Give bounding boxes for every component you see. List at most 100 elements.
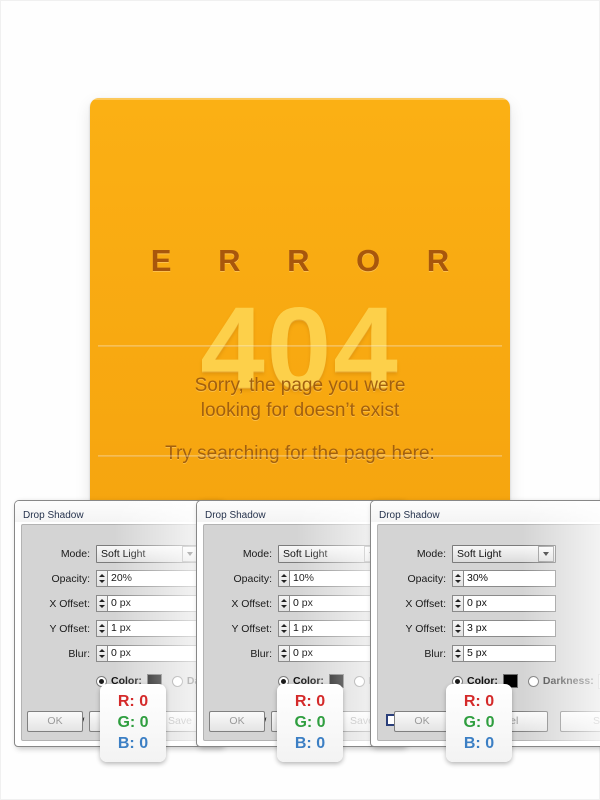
x-offset-stepper[interactable]: 0 px bbox=[96, 595, 200, 612]
mode-select[interactable]: Soft Light bbox=[452, 545, 556, 563]
dialog-titlebar[interactable]: Drop Shadow bbox=[371, 501, 600, 522]
x-offset-stepper[interactable]: 0 px bbox=[278, 595, 382, 612]
spinner-arrows-icon[interactable] bbox=[96, 595, 107, 612]
ok-button[interactable]: OK bbox=[394, 711, 450, 732]
error-card: E R R O R 404 Sorry, the page you were l… bbox=[90, 98, 510, 510]
mode-select-value: Soft Light bbox=[457, 548, 502, 560]
opacity-stepper[interactable]: 10% bbox=[278, 570, 382, 587]
darkness-radio[interactable] bbox=[171, 675, 183, 687]
rgb-green-value: G: 0 bbox=[117, 714, 149, 731]
y-offset-row: Y Offset: 3 px bbox=[378, 620, 600, 638]
divider-bottom bbox=[98, 455, 502, 457]
spinner-arrows-icon[interactable] bbox=[452, 645, 463, 662]
x-offset-input[interactable]: 0 px bbox=[107, 595, 200, 612]
save-button[interactable]: Save bbox=[560, 711, 600, 732]
opacity-input[interactable]: 10% bbox=[289, 570, 382, 587]
blur-input[interactable]: 5 px bbox=[463, 645, 556, 662]
spinner-arrows-icon[interactable] bbox=[96, 645, 107, 662]
search-prompt: Try searching for the page here: bbox=[165, 443, 435, 464]
error-message: Sorry, the page you were looking for doe… bbox=[90, 373, 510, 423]
ok-button[interactable]: OK bbox=[209, 711, 265, 732]
blur-label: Blur: bbox=[68, 648, 90, 660]
rgb-color-badge: R: 0 G: 0 B: 0 bbox=[277, 684, 343, 762]
y-offset-label: Y Offset: bbox=[231, 623, 272, 635]
rgb-green-value: G: 0 bbox=[463, 714, 495, 731]
rgb-color-badge: R: 0 G: 0 B: 0 bbox=[100, 684, 166, 762]
mode-select[interactable]: Soft Light bbox=[278, 545, 382, 563]
x-offset-input[interactable]: 0 px bbox=[289, 595, 382, 612]
x-offset-row: X Offset: 0 px bbox=[22, 595, 215, 613]
rgb-blue-value: B: 0 bbox=[463, 735, 495, 752]
blur-input[interactable]: 0 px bbox=[107, 645, 200, 662]
rgb-blue-value: B: 0 bbox=[294, 735, 326, 752]
x-offset-input[interactable]: 0 px bbox=[463, 595, 556, 612]
error-message-line-2: looking for doesn’t exist bbox=[200, 400, 400, 421]
rgb-green-value: G: 0 bbox=[294, 714, 326, 731]
opacity-input[interactable]: 30% bbox=[463, 570, 556, 587]
blur-input[interactable]: 0 px bbox=[289, 645, 382, 662]
spinner-arrows-icon[interactable] bbox=[452, 570, 463, 587]
card-top-highlight bbox=[90, 98, 510, 100]
spinner-arrows-icon[interactable] bbox=[278, 645, 289, 662]
darkness-label: Darkness: bbox=[542, 675, 594, 687]
y-offset-input[interactable]: 1 px bbox=[107, 620, 200, 637]
rgb-color-badge: R: 0 G: 0 B: 0 bbox=[446, 684, 512, 762]
blur-label: Blur: bbox=[250, 648, 272, 660]
x-offset-label: X Offset: bbox=[405, 598, 446, 610]
x-offset-label: X Offset: bbox=[49, 598, 90, 610]
y-offset-label: Y Offset: bbox=[405, 623, 446, 635]
mode-select-value: Soft Light bbox=[283, 548, 328, 560]
blur-row: Blur: 0 px bbox=[204, 645, 397, 663]
opacity-row: Opacity: 10% bbox=[204, 570, 397, 588]
spinner-arrows-icon[interactable] bbox=[96, 570, 107, 587]
blur-label: Blur: bbox=[424, 648, 446, 660]
spinner-arrows-icon[interactable] bbox=[278, 595, 289, 612]
dialog-titlebar[interactable]: Drop Shadow bbox=[15, 501, 222, 522]
x-offset-label: X Offset: bbox=[231, 598, 272, 610]
y-offset-stepper[interactable]: 3 px bbox=[452, 620, 556, 637]
dialog-title: Drop Shadow bbox=[205, 510, 266, 521]
error-heading: E R R O R bbox=[150, 243, 469, 278]
y-offset-stepper[interactable]: 1 px bbox=[278, 620, 382, 637]
blur-stepper[interactable]: 5 px bbox=[452, 645, 556, 662]
y-offset-row: Y Offset: 1 px bbox=[204, 620, 397, 638]
blur-stepper[interactable]: 0 px bbox=[96, 645, 200, 662]
opacity-input[interactable]: 20% bbox=[107, 570, 200, 587]
spinner-arrows-icon[interactable] bbox=[452, 595, 463, 612]
ok-button[interactable]: OK bbox=[27, 711, 83, 732]
mode-row: Mode: Soft Light bbox=[378, 545, 600, 563]
darkness-radio[interactable] bbox=[353, 675, 365, 687]
chevron-down-icon[interactable] bbox=[538, 546, 554, 562]
y-offset-input[interactable]: 1 px bbox=[289, 620, 382, 637]
mode-select[interactable]: Soft Light bbox=[96, 545, 200, 563]
spinner-arrows-icon[interactable] bbox=[96, 620, 107, 637]
spinner-arrows-icon[interactable] bbox=[278, 570, 289, 587]
mode-select-value: Soft Light bbox=[101, 548, 146, 560]
rgb-red-value: R: 0 bbox=[117, 693, 149, 710]
x-offset-row: X Offset: 0 px bbox=[204, 595, 397, 613]
page-canvas: E R R O R 404 Sorry, the page you were l… bbox=[0, 0, 600, 800]
y-offset-row: Y Offset: 1 px bbox=[22, 620, 215, 638]
y-offset-input[interactable]: 3 px bbox=[463, 620, 556, 637]
blur-stepper[interactable]: 0 px bbox=[278, 645, 382, 662]
mode-row: Mode: Soft Light bbox=[204, 545, 397, 563]
opacity-stepper[interactable]: 30% bbox=[452, 570, 556, 587]
opacity-stepper[interactable]: 20% bbox=[96, 570, 200, 587]
divider-top bbox=[98, 345, 502, 347]
opacity-row: Opacity: 20% bbox=[22, 570, 215, 588]
blur-row: Blur: 0 px bbox=[22, 645, 215, 663]
blur-row: Blur: 5 px bbox=[378, 645, 600, 663]
opacity-row: Opacity: 30% bbox=[378, 570, 600, 588]
mode-label: Mode: bbox=[416, 548, 446, 560]
dialog-title: Drop Shadow bbox=[379, 510, 440, 521]
rgb-red-value: R: 0 bbox=[294, 693, 326, 710]
mode-label: Mode: bbox=[242, 548, 272, 560]
spinner-arrows-icon[interactable] bbox=[278, 620, 289, 637]
x-offset-stepper[interactable]: 0 px bbox=[452, 595, 556, 612]
spinner-arrows-icon[interactable] bbox=[452, 620, 463, 637]
darkness-radio[interactable] bbox=[527, 675, 539, 687]
mode-label: Mode: bbox=[60, 548, 90, 560]
dialog-title: Drop Shadow bbox=[23, 510, 84, 521]
error-message-line-1: Sorry, the page you were bbox=[194, 375, 406, 396]
y-offset-stepper[interactable]: 1 px bbox=[96, 620, 200, 637]
